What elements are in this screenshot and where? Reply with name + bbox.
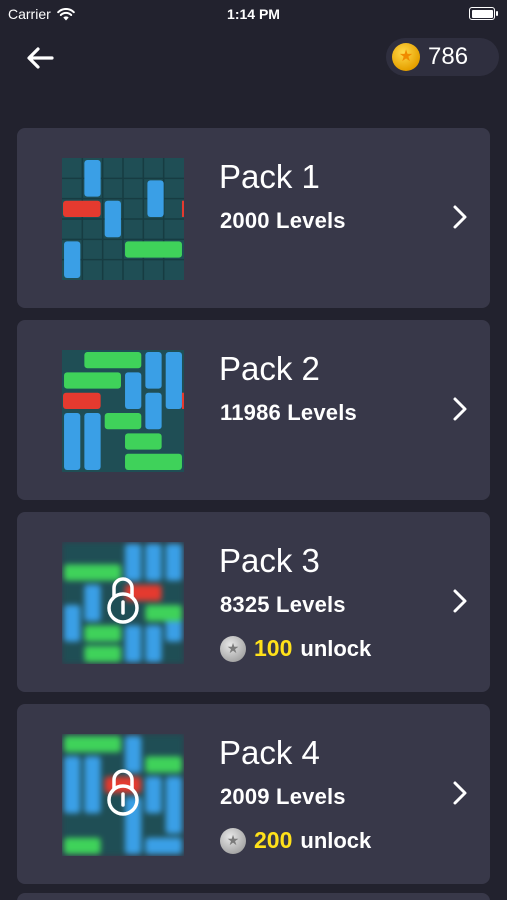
padlock-icon [107, 577, 139, 624]
chevron-right-icon [453, 589, 467, 613]
chevron-right-icon [453, 397, 467, 421]
pack-level-count: 8325 Levels [220, 592, 346, 617]
gold-star-coin-icon: ★ [392, 43, 420, 71]
unlock-label: unlock [300, 827, 372, 853]
pack-title: Pack 1 [219, 158, 320, 195]
header: ★ 786 [0, 30, 507, 90]
unlock-price-value: 200 [254, 827, 293, 853]
pack-title: Pack 2 [219, 350, 320, 387]
next-pack-card-partial[interactable] [17, 893, 490, 900]
status-bar: Carrier 1:14 PM [0, 0, 507, 30]
coin-count: 786 [428, 43, 469, 70]
unlock-price: ★ 200 unlock [220, 827, 371, 854]
pack-card-2[interactable]: Pack 2 11986 Levels [17, 320, 490, 500]
pack-2-preview-image [62, 350, 184, 472]
chevron-right-icon [453, 205, 467, 229]
pack-1-preview-image [62, 158, 184, 280]
arrow-left-icon [27, 47, 54, 69]
pack-card-3[interactable]: Pack 3 8325 Levels ★ 100 unlock [17, 512, 490, 692]
pack-level-count: 2000 Levels [220, 208, 346, 233]
pack-card-1[interactable]: Pack 1 2000 Levels [17, 128, 490, 308]
battery-icon [469, 7, 498, 20]
padlock-icon [107, 769, 139, 816]
unlock-price: ★ 100 unlock [220, 635, 371, 662]
status-time: 1:14 PM [227, 6, 280, 22]
pack-title: Pack 3 [219, 542, 320, 579]
unlock-label: unlock [300, 635, 372, 661]
silver-star-coin-icon: ★ [220, 827, 246, 854]
coin-balance: ★ 786 [386, 38, 499, 76]
pack-level-count: 2009 Levels [220, 784, 346, 809]
pack-card-4[interactable]: Pack 4 2009 Levels ★ 200 unlock [17, 704, 490, 884]
back-button[interactable] [20, 40, 60, 76]
chevron-right-icon [453, 781, 467, 805]
pack-level-count: 11986 Levels [220, 400, 357, 425]
silver-star-coin-icon: ★ [220, 635, 246, 662]
pack-title: Pack 4 [219, 734, 320, 771]
unlock-price-value: 100 [254, 635, 293, 661]
